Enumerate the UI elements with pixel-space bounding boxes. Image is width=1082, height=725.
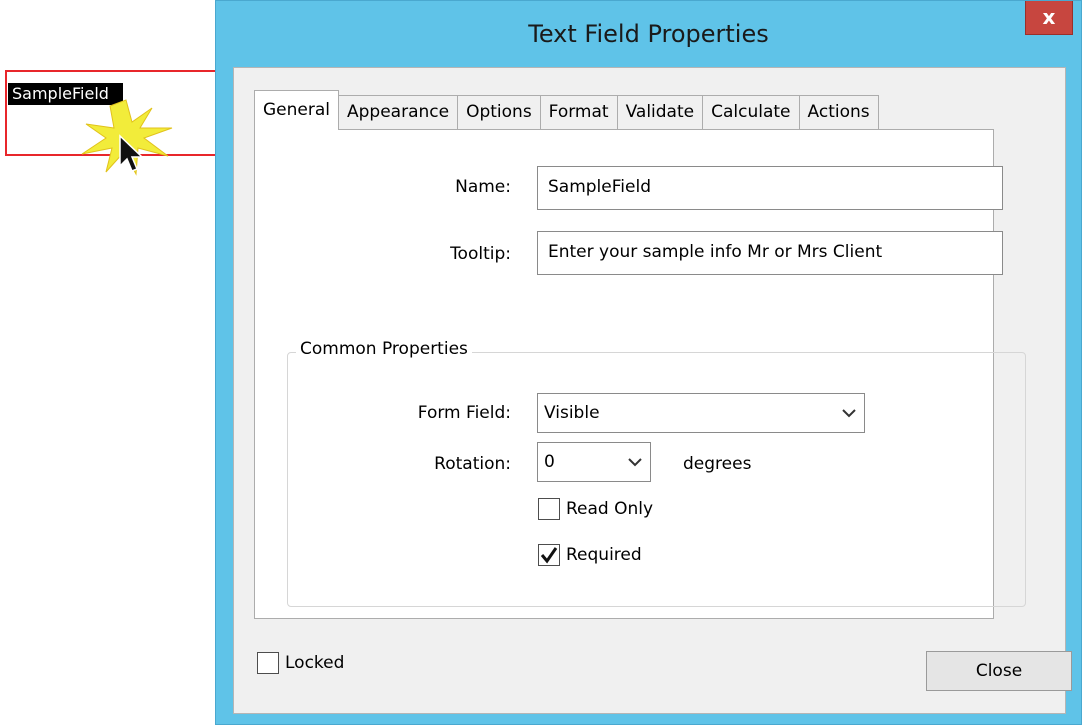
tab-format[interactable]: Format [539, 95, 618, 129]
form-field-label: Form Field: [417, 403, 511, 423]
click-burst-icon [81, 99, 173, 176]
read-only-checkbox[interactable] [538, 498, 560, 520]
locked-label: Locked [285, 653, 345, 673]
checkmark-icon [540, 547, 558, 564]
tooltip-label: Tooltip: [450, 244, 511, 264]
rotation-unit: degrees [683, 454, 752, 474]
name-label: Name: [455, 177, 511, 197]
dialog-body: General Appearance Options Format Valida… [233, 67, 1072, 714]
common-properties-legend: Common Properties [296, 339, 472, 359]
form-field-select[interactable]: Visible [537, 393, 865, 433]
locked-checkbox[interactable] [257, 652, 279, 674]
rotation-label: Rotation: [434, 454, 511, 474]
form-field-value: Visible [544, 403, 600, 423]
text-field-properties-dialog: Text Field Properties x General Appearan… [215, 0, 1082, 725]
tab-strip: General Appearance Options Format Valida… [254, 90, 879, 130]
general-panel: Name: SampleField Tooltip: Enter your sa… [254, 129, 1026, 619]
tab-options[interactable]: Options [457, 95, 541, 129]
name-input[interactable]: SampleField [537, 166, 1003, 210]
rotation-value: 0 [544, 452, 555, 472]
common-properties-group: Common Properties Form Field: Visible Ro… [287, 339, 1026, 607]
tooltip-input[interactable]: Enter your sample info Mr or Mrs Client [537, 231, 1003, 275]
window-close-button[interactable]: x [1025, 1, 1073, 35]
read-only-label: Read Only [566, 499, 654, 519]
required-label: Required [566, 545, 642, 565]
required-checkbox[interactable] [538, 544, 560, 566]
tab-validate[interactable]: Validate [616, 95, 704, 129]
rotation-select[interactable]: 0 [537, 442, 651, 482]
chevron-down-icon [842, 409, 856, 418]
tab-actions[interactable]: Actions [798, 95, 879, 129]
tab-appearance[interactable]: Appearance [338, 95, 459, 129]
close-button[interactable]: Close [926, 651, 1072, 691]
dialog-title: Text Field Properties [528, 20, 769, 48]
tab-general[interactable]: General [254, 90, 339, 130]
title-bar[interactable]: Text Field Properties x [216, 1, 1081, 67]
tab-calculate[interactable]: Calculate [702, 95, 800, 129]
chevron-down-icon [628, 458, 642, 467]
